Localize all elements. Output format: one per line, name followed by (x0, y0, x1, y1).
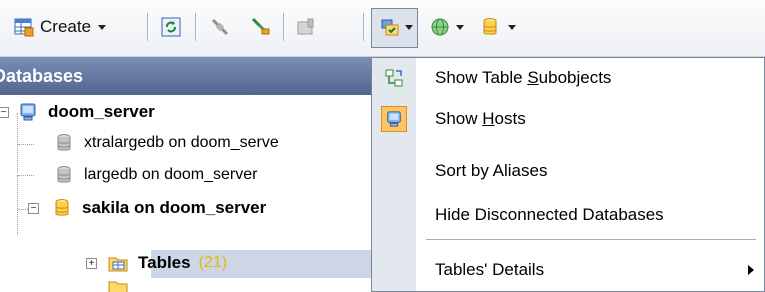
databases-panel: Databases − doom_server xtralargedb on d… (0, 57, 372, 292)
collapse-toggle[interactable]: − (28, 203, 39, 214)
refresh-button[interactable] (161, 15, 181, 39)
folder-table-icon (108, 257, 128, 272)
database-tree[interactable]: − doom_server xtralargedb on doom_serve (0, 95, 372, 292)
menu-item-tables-details[interactable]: Tables' Details (372, 250, 764, 290)
panel-title: Databases (0, 57, 372, 95)
tree-item-label: Tables (138, 253, 191, 272)
database-icon (55, 199, 69, 216)
subobjects-icon (381, 65, 407, 91)
tree-item-sakila[interactable]: sakila on doom_server (52, 191, 266, 225)
collapse-toggle[interactable]: − (0, 107, 9, 118)
chevron-down-icon (508, 24, 516, 30)
view-options-menu: Show Table Subobjects Show Hosts Sort by… (371, 57, 765, 292)
refresh-icon (161, 17, 181, 37)
tree-line (18, 144, 34, 145)
chevron-down-icon (456, 24, 464, 30)
toolbar-separator (363, 13, 364, 41)
create-label: Create (40, 17, 92, 36)
create-button[interactable]: Create (14, 15, 107, 39)
globe-icon (431, 18, 449, 36)
toolbar-separator (147, 13, 148, 41)
menu-item-label: Show Hosts (435, 109, 526, 128)
menu-item-label: Show Table Subobjects (435, 68, 612, 87)
menu-item-label: Tables' Details (435, 260, 545, 279)
menu-item-label: Sort by Aliases (435, 161, 548, 180)
disconnect-button[interactable] (210, 15, 230, 39)
tree-item-count: (21) (198, 254, 228, 271)
properties-button[interactable] (296, 15, 316, 39)
server-icon (20, 103, 36, 121)
expand-toggle[interactable]: + (86, 258, 97, 269)
main-toolbar: Create (0, 0, 765, 57)
connect-icon (251, 17, 270, 35)
tree-item-label: doom_server (48, 102, 155, 121)
tree-item-largedb[interactable]: largedb on doom_server (54, 158, 257, 192)
properties-icon (297, 18, 314, 35)
menu-separator (426, 239, 756, 240)
tree-line (17, 175, 18, 235)
tree-item-tables[interactable]: Tables (21) (108, 246, 227, 280)
database-icon (57, 166, 71, 183)
chevron-down-icon (405, 24, 413, 30)
tree-line (18, 175, 34, 176)
panel-title-text: Databases (0, 66, 84, 86)
toolbar-separator (283, 13, 284, 41)
tree-item-label: xtralargedb on doom_serve (84, 134, 279, 151)
tree-item-label: sakila on doom_server (82, 198, 267, 217)
globe-button[interactable] (430, 15, 464, 39)
tree-item-label: largedb on doom_server (84, 166, 258, 183)
view-options-icon (381, 19, 399, 36)
disconnect-icon (211, 18, 229, 36)
menu-item-label: Hide Disconnected Databases (435, 205, 664, 224)
menu-item-show-hosts[interactable]: Show Hosts (372, 99, 764, 139)
menu-item-sort-by-aliases[interactable]: Sort by Aliases (372, 151, 764, 191)
database-icon (483, 18, 497, 35)
view-options-button[interactable] (380, 15, 413, 39)
tree-item-doom-server[interactable]: doom_server (18, 95, 155, 129)
database-button[interactable] (480, 15, 516, 39)
chevron-down-icon (98, 24, 107, 30)
tree-item-partial[interactable] (108, 280, 138, 292)
host-icon (381, 106, 407, 132)
submenu-arrow-icon (748, 265, 754, 275)
toolbar-separator (195, 13, 196, 41)
menu-item-show-table-subobjects[interactable]: Show Table Subobjects (372, 58, 764, 98)
tree-item-xtralargedb[interactable]: xtralargedb on doom_serve (54, 126, 279, 160)
connect-button[interactable] (251, 15, 271, 39)
menu-item-hide-disconnected-databases[interactable]: Hide Disconnected Databases (372, 195, 764, 235)
database-icon (57, 134, 71, 151)
folder-icon (108, 281, 128, 292)
create-table-icon (14, 18, 34, 37)
